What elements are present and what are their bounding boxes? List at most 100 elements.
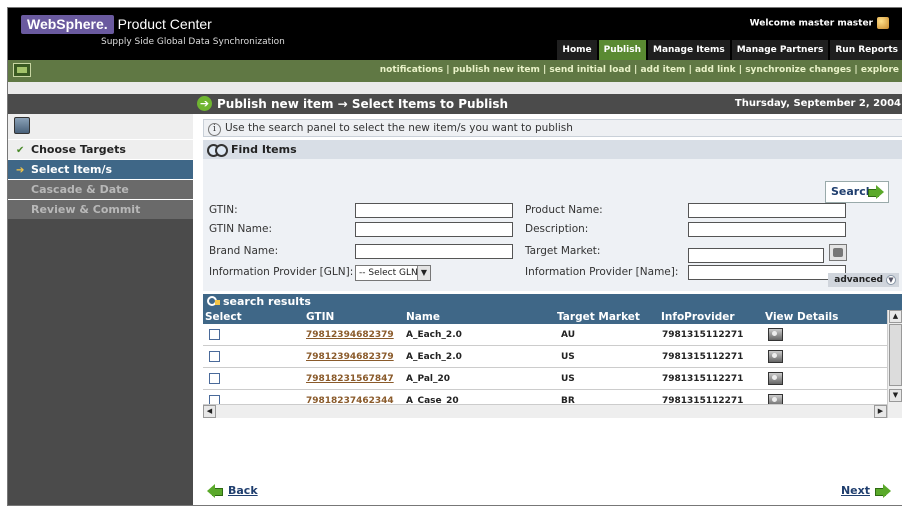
find-items-panel: Search GTIN: GTIN Name: Brand Name: Info… xyxy=(203,159,902,291)
scroll-thumb[interactable] xyxy=(889,324,902,386)
brand-name-label: Brand Name: xyxy=(209,245,279,257)
col-target-market: Target Market xyxy=(557,311,640,323)
gln-select[interactable]: -- Select GLN -- ▼ xyxy=(355,265,431,281)
table-row: 79812394682379 A_Each_2.0 US 79813151122… xyxy=(203,346,887,368)
step-cascade-date: Cascade & Date xyxy=(8,179,193,199)
info-provider: 7981315112271 xyxy=(662,374,744,384)
info-provider-name-label: Information Provider [Name]: xyxy=(525,266,679,278)
step-select-items[interactable]: ➔ Select Item/s xyxy=(8,159,193,179)
info-provider: 7981315112271 xyxy=(662,330,744,340)
welcome-text: Welcome master master xyxy=(749,18,873,29)
table-header: Select GTIN Name Target Market InfoProvi… xyxy=(203,310,887,324)
checkmark-icon: ✔ xyxy=(16,145,25,156)
search-results-header: search results xyxy=(203,294,902,310)
target-market-input[interactable] xyxy=(688,248,824,263)
scroll-right-icon[interactable]: ▶ xyxy=(874,405,887,418)
gtin-link[interactable]: 79818237462344 xyxy=(306,396,394,404)
page-title: Publish new item → Select Items to Publi… xyxy=(217,97,509,111)
product-name: Product Center xyxy=(117,16,212,32)
wizard-sidebar: ✔ Choose Targets ➔ Select Item/s Cascade &… xyxy=(8,94,193,505)
home-shortcut-icon[interactable] xyxy=(13,63,31,77)
app-frame: WebSphere. Product Center Supply Side Glo… xyxy=(7,7,902,506)
target-market-label: Target Market: xyxy=(525,245,601,257)
vertical-scrollbar[interactable]: ▲ ▼ xyxy=(887,310,902,418)
target-market: BR xyxy=(561,396,575,404)
tab-home[interactable]: Home xyxy=(557,40,597,60)
main-content: ➔ Publish new item → Select Items to Pub… xyxy=(193,94,902,505)
description-input[interactable] xyxy=(688,222,846,237)
row-checkbox[interactable] xyxy=(209,351,220,362)
next-button[interactable]: Next xyxy=(841,484,891,498)
gtin-link[interactable]: 79818231567847 xyxy=(306,374,394,384)
arrow-circle-icon: ➔ xyxy=(197,96,212,111)
gtin-link[interactable]: 79812394682379 xyxy=(306,352,394,362)
target-market-picker-icon[interactable] xyxy=(829,244,847,261)
current-date: Thursday, September 2, 2004 xyxy=(734,98,901,109)
results-table: Select GTIN Name Target Market InfoProvi… xyxy=(203,310,902,418)
table-row: 79818237462344 A_Case_20 BR 798131511227… xyxy=(203,390,887,404)
brand-name-input[interactable] xyxy=(355,244,513,259)
item-name: A_Each_2.0 xyxy=(406,352,462,362)
arrow-icon: ➔ xyxy=(16,165,25,176)
row-checkbox[interactable] xyxy=(209,373,220,384)
chevron-down-icon: ▼ xyxy=(886,274,896,285)
sub-navigation-links[interactable]: notifications | publish new item | send … xyxy=(380,65,899,75)
col-info-provider: InfoProvider xyxy=(661,311,735,323)
gtin-input[interactable] xyxy=(355,203,513,218)
advanced-toggle[interactable]: advanced ▼ xyxy=(828,273,899,287)
step-choose-targets[interactable]: ✔ Choose Targets xyxy=(8,139,193,159)
divider xyxy=(8,82,902,94)
app-header: WebSphere. Product Center Supply Side Glo… xyxy=(8,8,902,60)
tab-publish[interactable]: Publish xyxy=(598,40,646,60)
chevron-down-icon: ▼ xyxy=(417,266,430,280)
arrow-left-icon xyxy=(207,484,223,498)
gtin-name-input[interactable] xyxy=(355,222,513,237)
step-review-commit: Review & Commit xyxy=(8,199,193,219)
table-row: 79818231567847 A_Pal_20 US 7981315112271 xyxy=(203,368,887,390)
info-provider: 7981315112271 xyxy=(662,352,744,362)
item-name: A_Case_20 xyxy=(406,396,459,404)
binoculars-icon xyxy=(207,143,228,157)
col-name: Name xyxy=(406,311,440,323)
view-details-icon[interactable] xyxy=(767,348,783,364)
info-message: i Use the search panel to select the new … xyxy=(203,119,902,137)
view-details-icon[interactable] xyxy=(767,326,783,342)
back-button[interactable]: Back xyxy=(207,484,258,497)
target-market: AU xyxy=(561,330,575,340)
row-checkbox[interactable] xyxy=(209,395,220,404)
brand-label: WebSphere. xyxy=(21,15,114,34)
clipboard-icon xyxy=(14,117,30,134)
target-market: US xyxy=(561,352,575,362)
horizontal-scrollbar[interactable]: ◀ ▶ xyxy=(203,404,887,418)
description-label: Description: xyxy=(525,223,589,235)
info-provider-name-input[interactable] xyxy=(688,265,846,280)
info-icon: i xyxy=(208,123,221,136)
gtin-name-label: GTIN Name: xyxy=(209,223,272,235)
app-tagline: Supply Side Global Data Synchronization xyxy=(101,37,285,47)
view-details-icon[interactable] xyxy=(767,370,783,386)
search-button[interactable]: Search xyxy=(825,181,889,203)
item-name: A_Pal_20 xyxy=(406,374,451,384)
welcome-message: Welcome master master xyxy=(750,17,889,29)
info-provider: 7981315112271 xyxy=(662,396,744,404)
scroll-left-icon[interactable]: ◀ xyxy=(203,405,216,418)
scroll-down-icon[interactable]: ▼ xyxy=(889,389,902,402)
item-name: A_Each_2.0 xyxy=(406,330,462,340)
gln-label: Information Provider [GLN]: xyxy=(209,266,354,278)
tab-manage-items[interactable]: Manage Items xyxy=(648,40,730,60)
user-icon[interactable] xyxy=(877,17,889,29)
gtin-label: GTIN: xyxy=(209,204,238,216)
arrow-right-icon xyxy=(875,484,891,498)
search-results-icon xyxy=(207,296,221,308)
scroll-up-icon[interactable]: ▲ xyxy=(889,310,902,323)
product-name-label: Product Name: xyxy=(525,204,603,216)
product-logo: WebSphere. Product Center xyxy=(21,15,212,34)
main-tabs: Home Publish Manage Items Manage Partner… xyxy=(557,40,902,60)
tab-manage-partners[interactable]: Manage Partners xyxy=(731,40,829,60)
tab-run-reports[interactable]: Run Reports xyxy=(830,40,902,60)
gtin-link[interactable]: 79812394682379 xyxy=(306,330,394,340)
table-row: 79812394682379 A_Each_2.0 AU 79813151122… xyxy=(203,324,887,346)
view-details-icon[interactable] xyxy=(767,392,783,404)
row-checkbox[interactable] xyxy=(209,329,220,340)
product-name-input[interactable] xyxy=(688,203,846,218)
